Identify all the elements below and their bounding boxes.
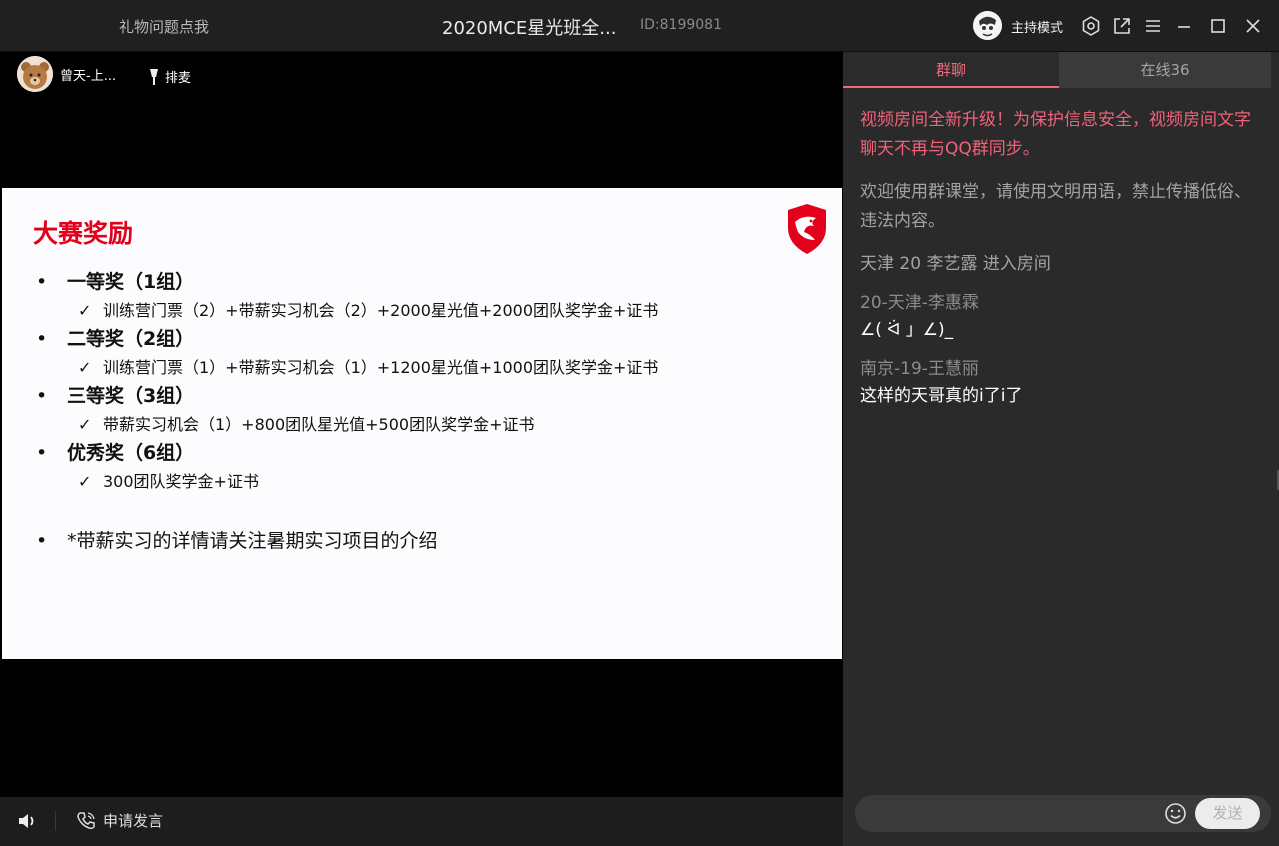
room-title: 2020MCE星光班全... <box>442 18 617 39</box>
title-bar: 礼物问题点我 2020MCE星光班全... ID:8199081 主持模式 <box>0 0 1279 52</box>
presenter-name: 曾天-上... <box>60 68 117 84</box>
divider <box>55 811 56 831</box>
dragon-shield-logo <box>784 202 830 256</box>
message-text: 这样的天哥真的i了i了 <box>860 386 1023 406</box>
prize-second: 二等奖（2组） <box>32 325 822 354</box>
menu-icon[interactable] <box>1142 15 1164 37</box>
tab-group-chat[interactable]: 群聊 <box>843 52 1059 88</box>
presenter-avatar[interactable] <box>17 56 53 92</box>
message-sender: 20-天津-李惠霖 <box>860 293 979 313</box>
prize-first-detail: 训练营门票（2）+带薪实习机会（2）+2000星光值+2000团队奖学金+证书 <box>32 297 822 325</box>
mic-queue-button[interactable]: 排麦 <box>148 67 191 86</box>
chat-tabs: 群聊 在线36 <box>843 52 1279 88</box>
message-list: 视频房间全新升级！为保护信息安全，视频房间文字聊天不再与QQ群同步。 欢迎使用群… <box>860 106 1255 411</box>
prize-first: 一等奖（1组） <box>32 268 822 297</box>
security-notice: 视频房间全新升级！为保护信息安全，视频房间文字聊天不再与QQ群同步。 <box>860 110 1251 159</box>
slide-title: 大赛奖励 <box>33 219 134 248</box>
prize-third-detail: 带薪实习机会（1）+800团队星光值+500团队奖学金+证书 <box>32 411 822 439</box>
mic-queue-label: 排麦 <box>165 71 192 86</box>
prize-excellent: 优秀奖（6组） <box>32 439 822 468</box>
close-icon[interactable] <box>1242 15 1264 37</box>
maximize-icon[interactable] <box>1207 15 1229 37</box>
gift-help-link[interactable]: 礼物问题点我 <box>119 16 209 37</box>
slide-list: 一等奖（1组） 训练营门票（2）+带薪实习机会（2）+2000星光值+2000团… <box>32 268 822 556</box>
phone-icon <box>77 811 95 829</box>
apply-speak-button[interactable]: 申请发言 <box>76 810 163 831</box>
system-message: 欢迎使用群课堂，请使用文明用语，禁止传播低俗、违法内容。 <box>860 182 1251 231</box>
tab-online[interactable]: 在线36 <box>1059 52 1271 88</box>
message-text: ∠( ᐛ 」∠)_ <box>860 320 954 340</box>
apply-speak-label: 申请发言 <box>103 812 164 830</box>
send-button[interactable]: 发送 <box>1195 798 1260 829</box>
prize-third: 三等奖（3组） <box>32 382 822 411</box>
popout-icon[interactable] <box>1111 15 1133 37</box>
volume-icon[interactable] <box>16 809 40 837</box>
chat-input[interactable]: 发送 <box>855 795 1271 832</box>
chat-panel: 群聊 在线36 视频房间全新升级！为保护信息安全，视频房间文字聊天不再与QQ群同… <box>843 52 1279 846</box>
prize-second-detail: 训练营门票（1）+带薪实习机会（1）+1200星光值+1000团队奖学金+证书 <box>32 354 822 382</box>
presenter-info: 曾天-上... <box>17 56 116 92</box>
join-message: 天津 20 李艺露 进入房间 <box>860 254 1051 274</box>
presentation-slide: 大赛奖励 一等奖（1组） 训练营门票（2）+带薪实习机会（2）+2000星光值+… <box>2 188 842 659</box>
emoji-icon[interactable] <box>1164 802 1187 829</box>
host-mode-label[interactable]: 主持模式 <box>1011 17 1063 36</box>
settings-icon[interactable] <box>1080 15 1102 37</box>
host-avatar[interactable] <box>973 11 1002 40</box>
room-id: ID:8199081 <box>640 17 722 33</box>
internship-note: *带薪实习的详情请关注暑期实习项目的介绍 <box>32 527 822 556</box>
bottom-toolbar: 申请发言 <box>0 797 843 846</box>
message-sender: 南京-19-王慧丽 <box>860 359 979 379</box>
microphone-icon <box>150 68 158 85</box>
prize-excellent-detail: 300团队奖学金+证书 <box>32 468 822 496</box>
minimize-icon[interactable] <box>1173 15 1195 37</box>
